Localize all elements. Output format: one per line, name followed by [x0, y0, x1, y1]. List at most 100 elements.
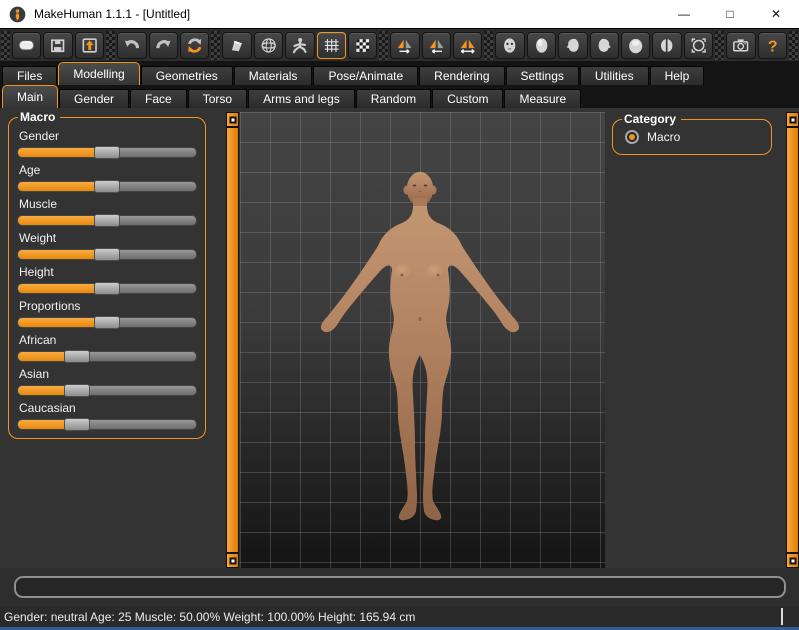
symmetry-both-icon: [457, 36, 478, 55]
right-splitter-top-grip-icon[interactable]: [787, 113, 798, 128]
menu-tab-help[interactable]: Help: [650, 66, 705, 85]
pose-button[interactable]: [285, 32, 314, 59]
slider-track[interactable]: [17, 147, 197, 158]
split-view-button[interactable]: [652, 32, 681, 59]
left-splitter[interactable]: [226, 112, 239, 568]
pose-figure-icon: [289, 36, 310, 55]
menu-tab-modelling[interactable]: Modelling: [58, 62, 139, 85]
slider-label: Muscle: [19, 198, 197, 211]
slider-handle[interactable]: [94, 214, 120, 227]
left-splitter-top-grip-icon[interactable]: [227, 113, 238, 128]
menu-tab-rendering[interactable]: Rendering: [419, 66, 504, 85]
slider-track[interactable]: [17, 215, 197, 226]
radio-label: Macro: [647, 130, 680, 144]
menu-tab-settings[interactable]: Settings: [506, 66, 579, 85]
slider-label: Height: [19, 266, 197, 279]
head-right-icon: [594, 36, 615, 55]
slider-track[interactable]: [17, 385, 197, 396]
help-button[interactable]: ?: [758, 32, 787, 59]
slider-label: Gender: [19, 130, 197, 143]
slider-track[interactable]: [17, 419, 197, 430]
right-splitter[interactable]: [786, 112, 799, 568]
slider-handle[interactable]: [64, 350, 90, 363]
menu-tab-pose-animate[interactable]: Pose/Animate: [313, 66, 418, 85]
wire-globe-icon: [258, 36, 279, 55]
symmetry-right-button[interactable]: [390, 32, 419, 59]
wireframe-button[interactable]: [254, 32, 283, 59]
redo-button[interactable]: [149, 32, 178, 59]
save-button[interactable]: [43, 32, 72, 59]
progress-zone: [0, 568, 799, 606]
slider-track[interactable]: [17, 351, 197, 362]
slider-track[interactable]: [17, 249, 197, 260]
close-button[interactable]: ✕: [753, 0, 799, 28]
menu-tab-geometries[interactable]: Geometries: [141, 66, 233, 85]
new-button[interactable]: [12, 32, 41, 59]
slider-handle[interactable]: [64, 384, 90, 397]
radio-macro[interactable]: Macro: [625, 130, 763, 144]
right-view-button[interactable]: [590, 32, 619, 59]
top-view-button[interactable]: [621, 32, 650, 59]
undo-button[interactable]: [117, 32, 146, 59]
menu-tab-materials[interactable]: Materials: [234, 66, 313, 85]
maximize-button[interactable]: □: [707, 0, 753, 28]
category-panel: Category Macro: [612, 112, 772, 155]
text-cursor: [781, 608, 783, 625]
sub-tab-main[interactable]: Main: [2, 85, 58, 108]
toolbar-separator: [106, 31, 115, 60]
right-splitter-bottom-grip-icon[interactable]: [787, 552, 798, 567]
smooth-shape-icon: [226, 36, 247, 55]
radio-button-icon[interactable]: [625, 130, 639, 144]
sub-tab-face[interactable]: Face: [130, 89, 187, 108]
sub-tab-gender[interactable]: Gender: [59, 89, 129, 108]
left-view-button[interactable]: [558, 32, 587, 59]
sub-tab-torso[interactable]: Torso: [188, 89, 247, 108]
symmetry-left-button[interactable]: [422, 32, 451, 59]
minimize-button[interactable]: —: [661, 0, 707, 28]
back-view-button[interactable]: [527, 32, 556, 59]
slider-handle[interactable]: [94, 248, 120, 261]
reset-button[interactable]: [180, 32, 209, 59]
radio-dot-icon: [629, 134, 635, 140]
head-top-icon: [625, 36, 646, 55]
menu-tab-utilities[interactable]: Utilities: [580, 66, 649, 85]
sub-tab-custom[interactable]: Custom: [432, 89, 503, 108]
background-button[interactable]: [348, 32, 377, 59]
slider-handle[interactable]: [94, 146, 120, 159]
status-bar: Gender: neutral Age: 25 Muscle: 50.00% W…: [0, 606, 799, 627]
viewport-3d[interactable]: [240, 112, 605, 568]
toolbar-separator: [789, 31, 798, 60]
left-splitter-bottom-grip-icon[interactable]: [227, 552, 238, 567]
grid-button[interactable]: [317, 32, 346, 59]
symmetry-both-button[interactable]: [453, 32, 482, 59]
window-controls: — □ ✕: [661, 0, 799, 28]
toolbar-separator: [1, 31, 10, 60]
sub-tab-arms-and-legs[interactable]: Arms and legs: [248, 89, 355, 108]
slider-proportions: Proportions: [17, 300, 197, 328]
sub-tab-measure[interactable]: Measure: [504, 89, 581, 108]
status-text: Gender: neutral Age: 25 Muscle: 50.00% W…: [4, 610, 415, 624]
slider-label: Asian: [19, 368, 197, 381]
sub-tab-random[interactable]: Random: [356, 89, 431, 108]
slider-handle[interactable]: [64, 418, 90, 431]
slider-handle[interactable]: [94, 282, 120, 295]
smooth-button[interactable]: [222, 32, 251, 59]
slider-age: Age: [17, 164, 197, 192]
menu-tab-files[interactable]: Files: [2, 66, 57, 85]
toolbar-separator: [379, 31, 388, 60]
slider-track[interactable]: [17, 181, 197, 192]
slider-handle[interactable]: [94, 316, 120, 329]
load-button[interactable]: [75, 32, 104, 59]
redo-arrow-icon: [153, 36, 174, 55]
main-area: Macro GenderAgeMuscleWeightHeightProport…: [0, 108, 799, 568]
macro-panel-legend: Macro: [18, 110, 60, 124]
screenshot-button[interactable]: [726, 32, 755, 59]
front-view-button[interactable]: [495, 32, 524, 59]
slider-handle[interactable]: [94, 180, 120, 193]
symmetry-left-icon: [426, 36, 447, 55]
zoom-fit-button[interactable]: [684, 32, 713, 59]
slider-track[interactable]: [17, 317, 197, 328]
makehuman-logo-icon: [9, 6, 26, 23]
toolbar-separator: [211, 31, 220, 60]
slider-track[interactable]: [17, 283, 197, 294]
